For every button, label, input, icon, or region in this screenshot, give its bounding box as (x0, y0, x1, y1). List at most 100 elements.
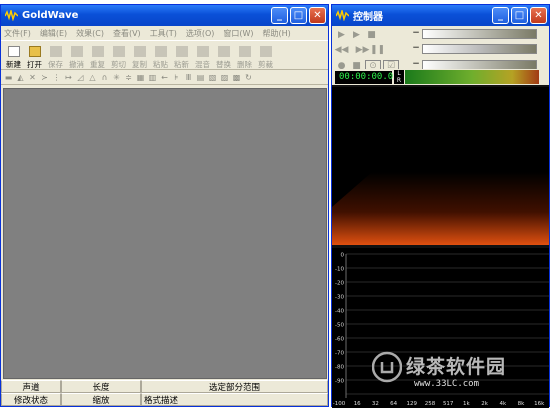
copy-button[interactable]: 复制 (129, 42, 150, 70)
undo-button[interactable]: 撤消 (66, 42, 87, 70)
effect-tool-icon[interactable]: ✕ (28, 73, 37, 82)
close-button[interactable]: ✕ (309, 7, 326, 24)
chart-db-label: -20 (335, 281, 344, 287)
effect-tool-icon[interactable]: ▧ (208, 73, 217, 82)
delete-button[interactable]: 删除 (234, 42, 255, 70)
volume-minus-icon[interactable]: − (412, 28, 420, 38)
open-folder-icon (28, 46, 41, 57)
redo-button[interactable]: 重复 (87, 42, 108, 70)
effect-tool-icon[interactable]: ▤ (196, 73, 205, 82)
replace-button[interactable]: 替换 (213, 42, 234, 70)
balance-minus-icon[interactable]: − (412, 43, 420, 53)
menu-tools[interactable]: 工具(T) (150, 28, 177, 39)
effect-tool-icon[interactable]: ← (160, 73, 169, 82)
cut-button[interactable]: 剪切 (108, 42, 129, 70)
mix-icon (196, 46, 209, 57)
chart-db-label: -30 (335, 295, 344, 301)
paste-new-icon (175, 46, 188, 57)
effect-tool-icon[interactable]: ◿ (76, 73, 85, 82)
rewind-icon[interactable]: ◀◀ (335, 44, 349, 56)
balance-slider[interactable] (422, 44, 537, 54)
status-format: 格式描述 (141, 393, 328, 406)
menu-options[interactable]: 选项(O) (186, 28, 215, 39)
delete-icon (238, 46, 251, 57)
menu-view[interactable]: 查看(V) (113, 28, 141, 39)
watermark-text: 绿茶软件园 (406, 356, 507, 378)
trim-icon (259, 46, 272, 57)
effect-tool-icon[interactable]: ↻ (244, 73, 253, 82)
effect-tool-icon[interactable]: ≑ (124, 73, 133, 82)
controller-window: 控制器 _ □ ✕ ▶ ▶ ■ − ◀◀ ▶▶ ❚❚ − ● ■ ⊙ ☑ − 0… (331, 4, 550, 408)
time-meter-row: 00:00:00.0 LR (332, 69, 549, 85)
chart-db-label: -40 (335, 309, 344, 315)
effect-tool-icon[interactable]: Ⅲ (184, 73, 193, 82)
menu-effects[interactable]: 效果(C) (76, 28, 104, 39)
scissors-icon (112, 46, 125, 57)
goldwave-titlebar[interactable]: GoldWave _ □ ✕ (1, 5, 328, 26)
fast-forward-icon[interactable]: ▶▶ (356, 44, 370, 56)
redo-icon (91, 46, 104, 57)
controller-titlebar[interactable]: 控制器 _ □ ✕ (332, 5, 549, 26)
replace-icon (217, 46, 230, 57)
menu-edit[interactable]: 编辑(E) (40, 28, 67, 39)
stop-icon[interactable]: ■ (365, 29, 378, 41)
chart-db-label: -90 (335, 379, 344, 385)
volume-slider[interactable] (422, 29, 537, 39)
controller-maximize-button[interactable]: □ (511, 7, 528, 24)
effect-tool-icon[interactable]: ▬ (4, 73, 13, 82)
paste-new-button[interactable]: 粘新 (171, 42, 192, 70)
new-button[interactable]: 新建 (3, 42, 24, 70)
menu-window[interactable]: 窗口(W) (223, 28, 253, 39)
effect-tool-icon[interactable]: ≻ (40, 73, 49, 82)
paste-button[interactable]: 粘贴 (150, 42, 171, 70)
effect-tool-icon[interactable]: ∩ (100, 73, 109, 82)
effect-tool-icon[interactable]: ▦ (136, 73, 145, 82)
chart-db-label: -10 (335, 267, 344, 273)
play-selection-icon[interactable]: ▶ (350, 29, 363, 41)
menu-help[interactable]: 帮助(H) (263, 28, 291, 39)
play-icon[interactable]: ▶ (335, 29, 348, 41)
minimize-button[interactable]: _ (271, 7, 288, 24)
chart-db-label: -50 (335, 323, 344, 329)
chart-db-label: 0 (341, 253, 345, 259)
controller-close-button[interactable]: ✕ (530, 7, 547, 24)
chart-freq-label: 16 (354, 401, 361, 407)
effect-tool-icon[interactable]: ▨ (220, 73, 229, 82)
status-zoom: 缩放 (61, 393, 141, 406)
mix-button[interactable]: 混音 (192, 42, 213, 70)
effect-tool-icon[interactable]: ↦ (64, 73, 73, 82)
chart-db-label: -60 (335, 337, 344, 343)
trim-button[interactable]: 剪裁 (255, 42, 276, 70)
save-button[interactable]: 保存 (45, 42, 66, 70)
pause-icon[interactable]: ❚❚ (370, 44, 385, 56)
effect-tool-icon[interactable]: △ (88, 73, 97, 82)
effects-toolbar: ▬ ◭ ✕ ≻ ⋮ ↦ ◿ △ ∩ ✳ ≑ ▦ ▥ ← ⊧ Ⅲ ▤ ▧ ▨ ▩ ↻ (1, 70, 328, 85)
effect-tool-icon[interactable]: ✳ (112, 73, 121, 82)
goldwave-window: GoldWave _ □ ✕ 文件(F) 编辑(E) 效果(C) 查看(V) 工… (0, 4, 329, 407)
status-channel: 声道 (1, 380, 61, 393)
menu-bar: 文件(F) 编辑(E) 效果(C) 查看(V) 工具(T) 选项(O) 窗口(W… (1, 26, 328, 40)
undo-icon (70, 46, 83, 57)
watermark-url: www.33LC.com (414, 379, 480, 389)
chart-db-label: -80 (335, 365, 344, 371)
copy-icon (133, 46, 146, 57)
effect-tool-icon[interactable]: ⊧ (172, 73, 181, 82)
open-button[interactable]: 打开 (24, 42, 45, 70)
status-bar-row1: 声道 长度 选定部分范围 (1, 380, 328, 394)
effect-tool-icon[interactable]: ▥ (148, 73, 157, 82)
menu-file[interactable]: 文件(F) (4, 28, 31, 39)
chart-freq-label: -100 (333, 401, 346, 407)
level-meter-labels: LR (394, 70, 404, 84)
effect-tool-icon[interactable]: ⋮ (52, 73, 61, 82)
effect-tool-icon[interactable]: ▩ (232, 73, 241, 82)
effect-tool-icon[interactable]: ◭ (16, 73, 25, 82)
maximize-button[interactable]: □ (290, 7, 307, 24)
level-meter (405, 70, 539, 84)
controller-app-icon (336, 10, 349, 21)
controller-title: 控制器 (353, 12, 383, 23)
time-display: 00:00:00.0 (335, 70, 393, 84)
workspace-area[interactable] (3, 88, 327, 379)
speed-minus-icon[interactable]: − (412, 59, 420, 69)
spectrum-graphic (332, 172, 549, 245)
controller-minimize-button[interactable]: _ (492, 7, 509, 24)
